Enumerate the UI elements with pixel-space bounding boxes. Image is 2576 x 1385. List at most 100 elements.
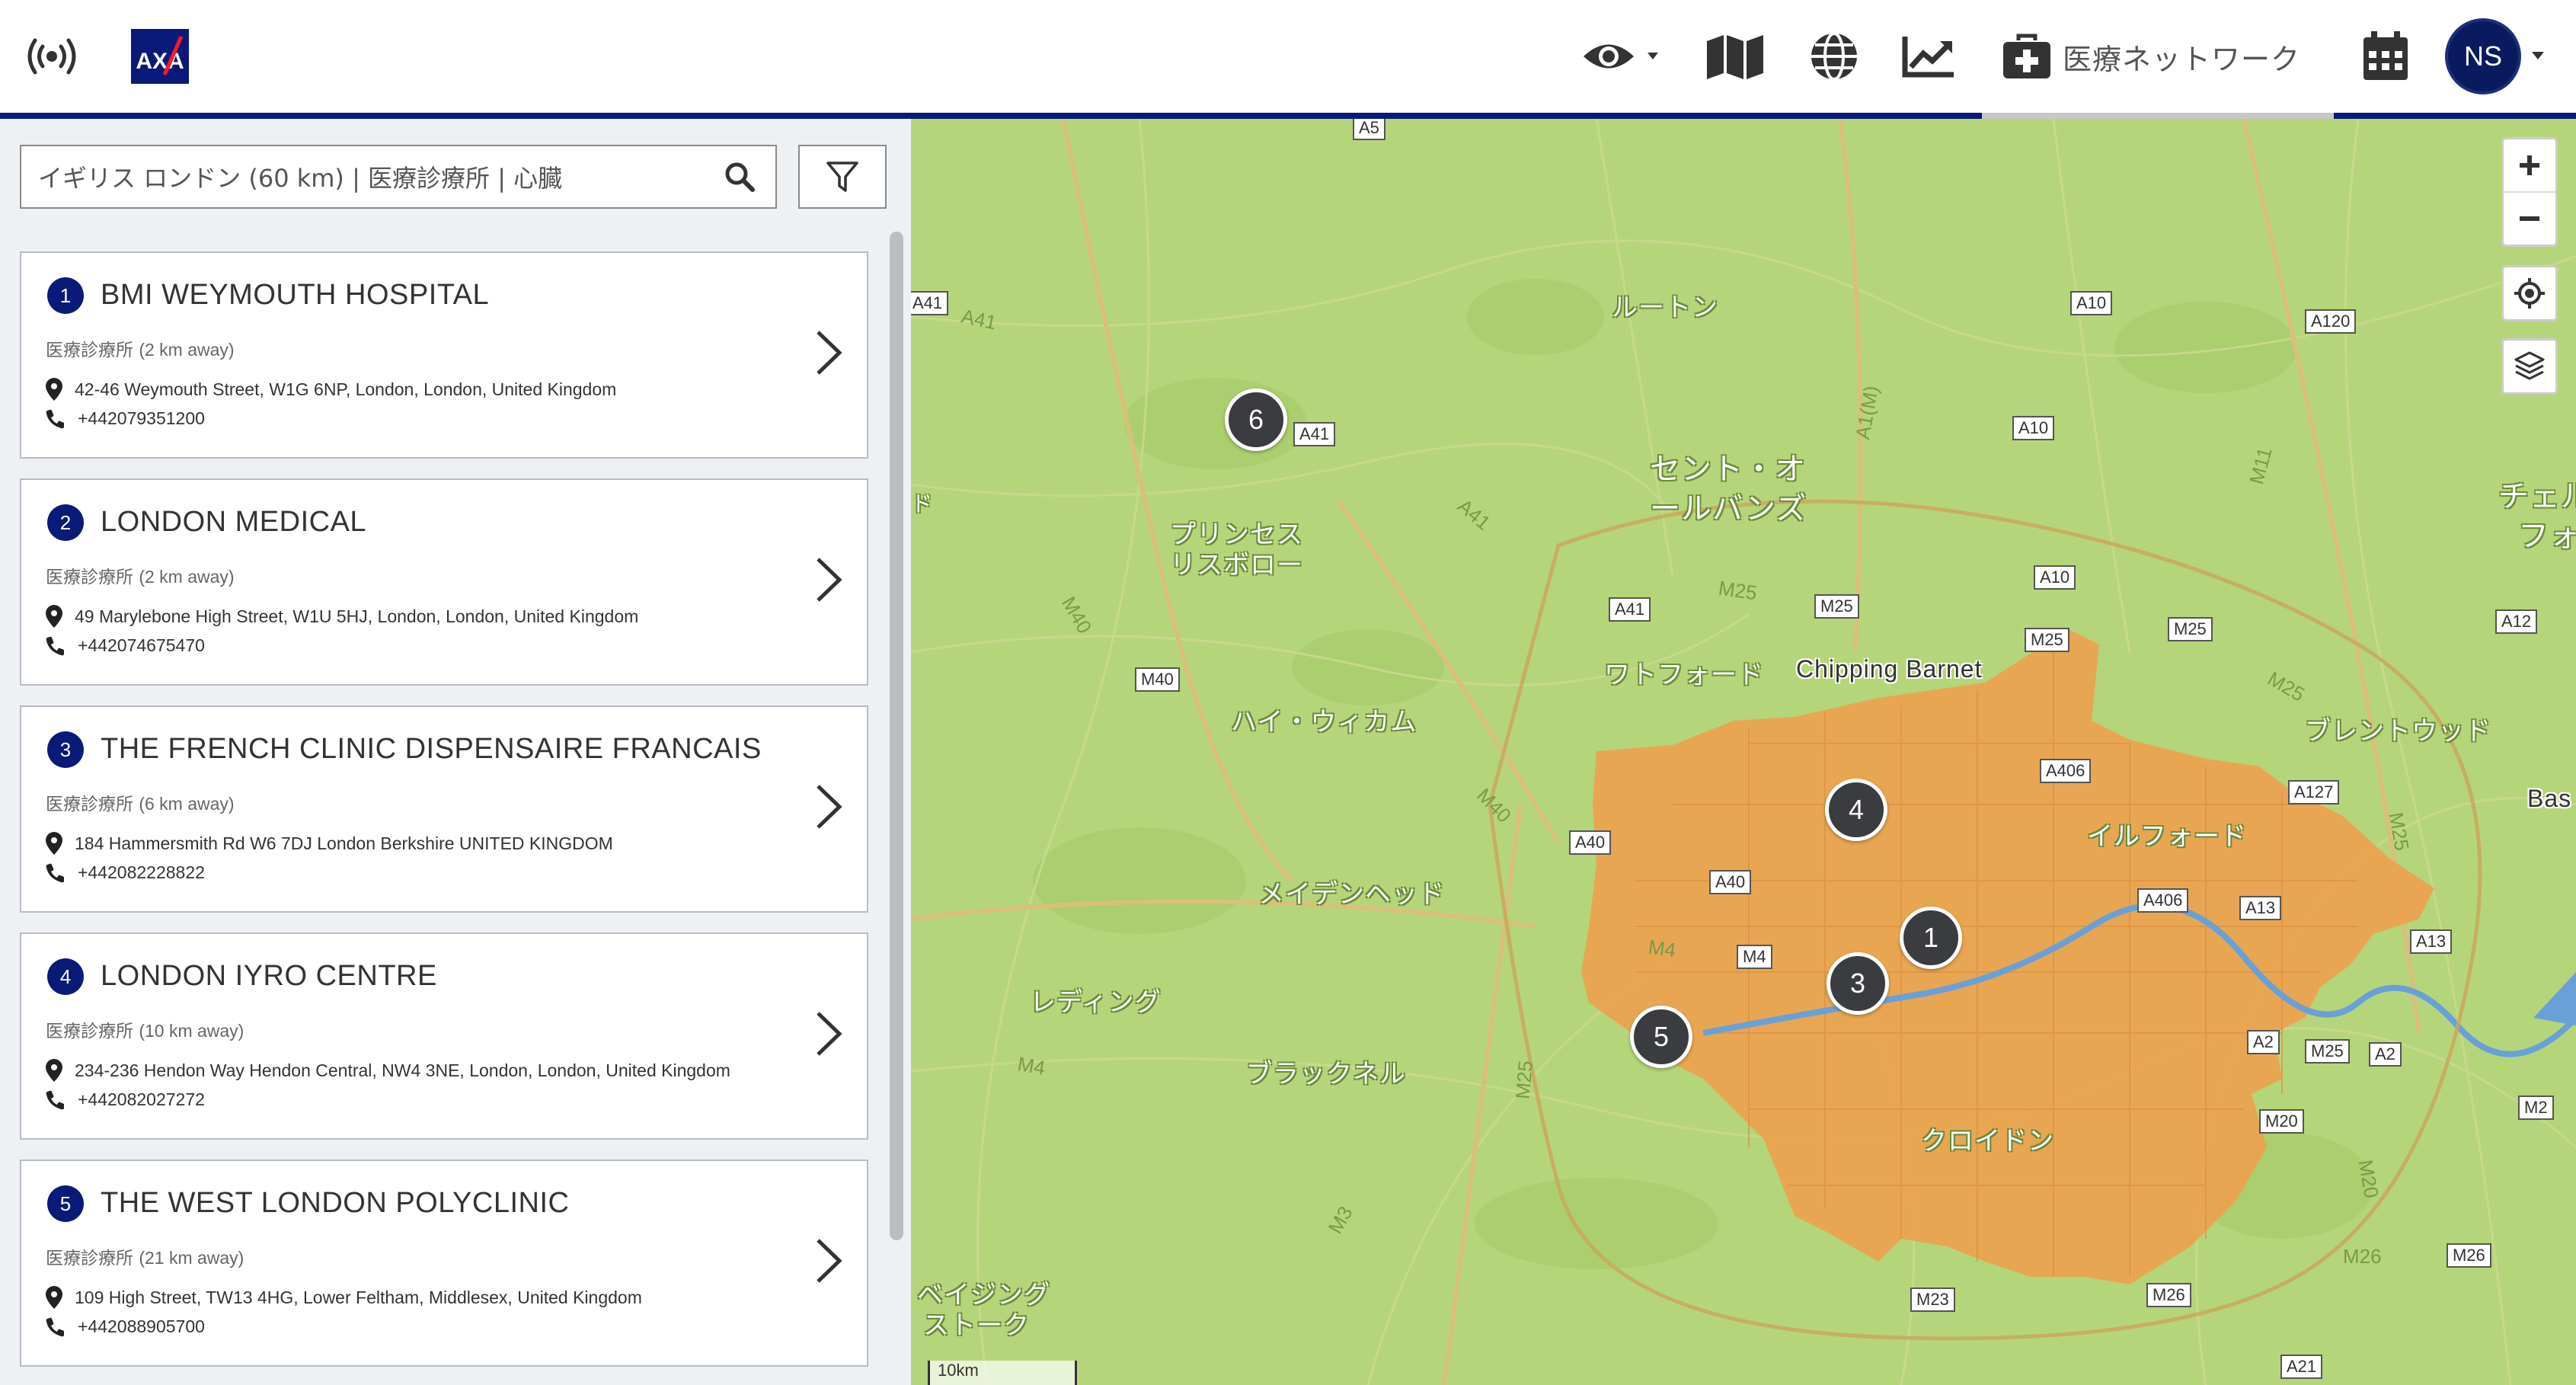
road-name: M26: [2343, 1245, 2382, 1268]
road-shield: A2: [2247, 1030, 2280, 1054]
medical-network-button[interactable]: 医療ネットワーク: [2002, 27, 2300, 85]
minus-icon: [2520, 216, 2539, 221]
list-scrollbar[interactable]: [890, 232, 903, 1240]
road-shield: A21: [2280, 1355, 2323, 1379]
locate-button[interactable]: [2504, 267, 2555, 319]
result-phone[interactable]: +442088905700: [46, 1316, 205, 1337]
road-shield: A41: [1609, 597, 1651, 622]
map-marker-3[interactable]: 3: [1827, 952, 1889, 1015]
location-pin-icon: [46, 378, 62, 401]
distance-label: (6 km away): [139, 794, 235, 814]
map-view[interactable]: ルートン セント・オ ールバンズ プリンセス リスボロー ワトフォード Chip…: [911, 119, 2576, 1385]
road-shield: M40: [1135, 667, 1180, 692]
address-text: 49 Marylebone High Street, W1U 5HJ, Lond…: [75, 606, 639, 626]
phone-text[interactable]: +442088905700: [78, 1316, 205, 1337]
axa-logo[interactable]: AXA: [128, 27, 192, 85]
medical-kit-icon: [2003, 34, 2050, 78]
road-shield: A127: [2288, 780, 2340, 804]
place-label: レディング: [1030, 987, 1162, 1018]
eye-icon: [1584, 44, 1658, 69]
road-shield: A41: [911, 291, 949, 315]
phone-text[interactable]: +442074675470: [78, 635, 205, 656]
view-dropdown[interactable]: [1577, 27, 1668, 85]
map-marker-4[interactable]: 4: [1825, 779, 1887, 841]
result-title[interactable]: LONDON MEDICAL: [101, 506, 366, 539]
globe-icon[interactable]: [1802, 27, 1866, 85]
map-marker-6[interactable]: 6: [1225, 389, 1287, 451]
place-label: ルートン: [1612, 293, 1718, 323]
road-shield: M2: [2518, 1096, 2554, 1120]
chevron-right-icon[interactable]: [813, 1010, 844, 1057]
map-icon[interactable]: [1703, 27, 1767, 85]
calendar-icon[interactable]: [2354, 27, 2418, 85]
result-number: 2: [47, 504, 84, 541]
user-avatar[interactable]: NS: [2445, 18, 2521, 94]
result-card[interactable]: 1 BMI WEYMOUTH HOSPITAL 医療診療所 (2 km away…: [20, 251, 868, 459]
result-phone[interactable]: +442082027272: [46, 1089, 205, 1110]
result-address: 49 Marylebone High Street, W1U 5HJ, Lond…: [46, 605, 638, 628]
search-input[interactable]: イギリス ロンドン (60 km) | 医療診療所 | 心臓: [20, 145, 777, 209]
chevron-right-icon[interactable]: [813, 783, 844, 830]
road-shield: M25: [1814, 594, 1859, 619]
zoom-out-button[interactable]: [2504, 193, 2555, 245]
zoom-control: [2501, 137, 2558, 247]
road-shield: A12: [2495, 609, 2538, 634]
phone-text[interactable]: +442082027272: [78, 1089, 205, 1110]
result-title[interactable]: BMI WEYMOUTH HOSPITAL: [101, 279, 489, 312]
search-query[interactable]: イギリス ロンドン (60 km) | 医療診療所 | 心臓: [38, 159, 721, 194]
result-type: 医療診療所 (6 km away): [46, 789, 235, 815]
result-card[interactable]: 5 THE WEST LONDON POLYCLINIC 医療診療所 (21 k…: [20, 1159, 868, 1367]
result-number: 5: [47, 1185, 84, 1222]
broadcast-icon[interactable]: [20, 27, 84, 85]
place-label: Chipping Barnet: [1796, 655, 1983, 683]
road-shield: M4: [1737, 945, 1772, 969]
result-number: 3: [47, 731, 84, 768]
layers-control: [2501, 338, 2558, 395]
result-address: 42-46 Weymouth Street, W1G 6NP, London, …: [46, 378, 616, 401]
phone-text[interactable]: +442079351200: [78, 408, 205, 429]
phone-text[interactable]: +442082228822: [78, 862, 205, 883]
result-type: 医療診療所 (21 km away): [46, 1243, 244, 1269]
place-label: リスボロー: [1170, 550, 1303, 581]
plus-icon: [2520, 155, 2539, 175]
place-label: ールバンズ: [1650, 491, 1807, 526]
road-shield: M26: [2447, 1243, 2491, 1268]
location-pin-icon: [46, 605, 62, 628]
result-card[interactable]: 2 LONDON MEDICAL 医療診療所 (2 km away) 49 Ma…: [20, 478, 868, 686]
filter-button[interactable]: [798, 145, 887, 209]
road-name: M4: [1647, 935, 1678, 962]
result-phone[interactable]: +442079351200: [46, 408, 205, 429]
place-label: ブレントウッド: [2305, 716, 2491, 747]
address-text: 42-46 Weymouth Street, W1G 6NP, London, …: [75, 379, 617, 399]
locate-control: [2501, 265, 2558, 321]
chevron-right-icon[interactable]: [813, 556, 844, 603]
result-card[interactable]: 4 LONDON IYRO CENTRE 医療診療所 (10 km away) …: [20, 932, 868, 1140]
map-marker-5[interactable]: 5: [1630, 1006, 1692, 1068]
result-number: 1: [47, 277, 84, 314]
chevron-right-icon[interactable]: [813, 329, 844, 376]
distance-label: (2 km away): [139, 567, 235, 587]
zoom-in-button[interactable]: [2504, 139, 2555, 191]
road-name: M4: [1015, 1052, 1047, 1080]
search-icon[interactable]: [721, 158, 759, 196]
result-address: 234-236 Hendon Way Hendon Central, NW4 3…: [46, 1059, 730, 1082]
layers-button[interactable]: [2504, 341, 2555, 392]
type-label: 医療診療所: [46, 795, 133, 814]
chevron-right-icon[interactable]: [813, 1237, 844, 1284]
result-card[interactable]: 3 THE FRENCH CLINIC DISPENSAIRE FRANCAIS…: [20, 705, 868, 913]
road-shield: A13: [2410, 929, 2453, 954]
chart-icon[interactable]: [1897, 27, 1961, 85]
phone-icon: [46, 863, 64, 882]
type-label: 医療診療所: [46, 1249, 133, 1268]
result-type: 医療診療所 (2 km away): [46, 335, 235, 361]
chevron-down-icon[interactable]: [2530, 50, 2546, 62]
result-title[interactable]: THE WEST LONDON POLYCLINIC: [101, 1187, 569, 1220]
address-text: 109 High Street, TW13 4HG, Lower Feltham…: [75, 1287, 642, 1307]
result-phone[interactable]: +442082228822: [46, 862, 205, 883]
result-phone[interactable]: +442074675470: [46, 635, 205, 656]
app-header: AXA 医療ネットワーク NS: [0, 0, 2576, 113]
map-marker-1[interactable]: 1: [1900, 907, 1962, 969]
result-title[interactable]: THE FRENCH CLINIC DISPENSAIRE FRANCAIS: [101, 733, 762, 766]
filter-icon: [826, 162, 858, 192]
result-title[interactable]: LONDON IYRO CENTRE: [101, 960, 437, 993]
